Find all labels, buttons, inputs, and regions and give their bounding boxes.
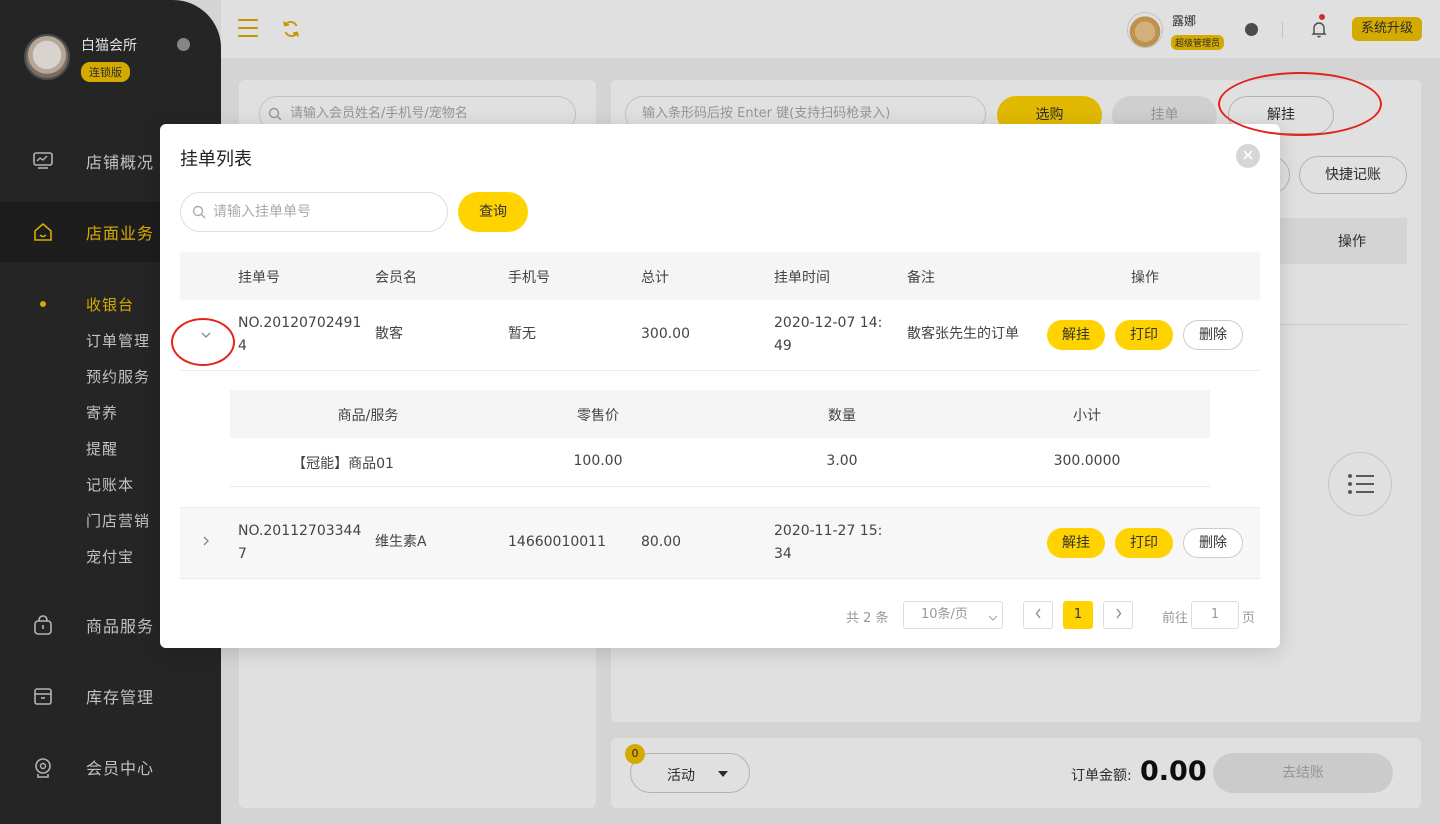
- divider: [180, 578, 1260, 579]
- column-header-actions: 操作: [1131, 270, 1159, 286]
- order-no: NO.20120702491 4: [238, 315, 362, 354]
- goto-page-input[interactable]: 1: [1191, 601, 1239, 629]
- total: 80.00: [641, 534, 682, 550]
- column-header-time: 挂单时间: [774, 270, 830, 286]
- column-header-order-no: 挂单号: [238, 270, 280, 286]
- close-icon: [1243, 148, 1253, 164]
- detail-column-qty: 数量: [828, 408, 856, 424]
- divider: [180, 370, 1260, 371]
- delete-button[interactable]: 删除: [1183, 528, 1243, 558]
- unhold-button[interactable]: 解挂: [1047, 528, 1105, 558]
- unhold-button[interactable]: 解挂: [1047, 320, 1105, 350]
- print-button[interactable]: 打印: [1115, 528, 1173, 558]
- phone: 暂无: [508, 326, 536, 342]
- phone: 14660010011: [508, 534, 606, 550]
- modal-title: 挂单列表: [180, 149, 252, 170]
- detail-column-subtotal: 小计: [1073, 408, 1101, 424]
- chevron-left-icon: [1035, 607, 1042, 623]
- held-orders-modal: 挂单列表 查询 挂单号 会员名 手机号 总计 挂单时间 备注 操作 NO.201…: [160, 124, 1280, 648]
- chevron-down-icon: [988, 610, 998, 626]
- member-name: 维生素A: [375, 534, 427, 550]
- query-button[interactable]: 查询: [458, 192, 528, 232]
- detail-column-item: 商品/服务: [337, 408, 399, 424]
- expand-row-toggle[interactable]: [198, 327, 214, 343]
- member-name: 散客: [375, 326, 403, 342]
- next-page-button[interactable]: [1103, 601, 1133, 629]
- hold-time: 2020-12-07 14: 49: [774, 315, 883, 354]
- search-icon: [192, 205, 206, 223]
- column-header-member: 会员名: [375, 270, 417, 286]
- held-order-search-input[interactable]: [180, 192, 448, 232]
- column-header-total: 总计: [641, 270, 669, 286]
- hold-time: 2020-11-27 15: 34: [774, 523, 883, 562]
- detail-column-price: 零售价: [577, 408, 619, 424]
- delete-button[interactable]: 删除: [1183, 320, 1243, 350]
- pagination-total: 共 2 条: [846, 611, 889, 626]
- order-no: NO.20112703344 7: [238, 523, 362, 562]
- divider: [230, 486, 1210, 487]
- table-header: [180, 252, 1260, 300]
- note: 散客张先生的订单: [907, 326, 1019, 342]
- chevron-right-icon: [202, 535, 210, 551]
- column-header-note: 备注: [907, 270, 935, 286]
- goto-label: 前往: [1162, 611, 1189, 626]
- current-page-button[interactable]: 1: [1063, 601, 1093, 629]
- column-header-phone: 手机号: [508, 270, 550, 286]
- detail-price: 100.00: [573, 453, 623, 469]
- detail-item-name: 【冠能】商品01: [292, 456, 394, 472]
- total: 300.00: [641, 326, 690, 342]
- page-suffix: 页: [1242, 611, 1256, 626]
- expand-row-toggle[interactable]: [198, 535, 214, 551]
- close-button[interactable]: [1236, 144, 1260, 168]
- prev-page-button[interactable]: [1023, 601, 1053, 629]
- chevron-right-icon: [1115, 607, 1122, 623]
- chevron-down-icon: [200, 327, 212, 343]
- print-button[interactable]: 打印: [1115, 320, 1173, 350]
- detail-subtotal: 300.0000: [1053, 453, 1121, 469]
- detail-qty: 3.00: [826, 453, 858, 469]
